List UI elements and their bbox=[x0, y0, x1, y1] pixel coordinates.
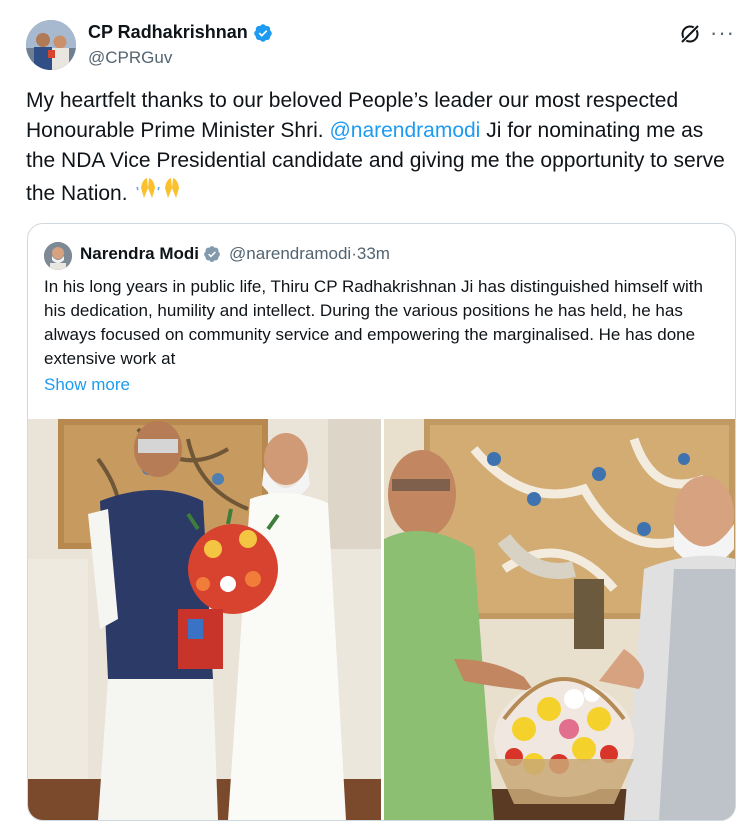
show-more-link[interactable]: Show more bbox=[44, 375, 130, 395]
folded-hands-emoji bbox=[135, 176, 186, 209]
verified-badge-icon bbox=[253, 23, 272, 42]
quoted-author-name[interactable]: Narendra Modi bbox=[80, 244, 199, 264]
quoted-author-avatar[interactable] bbox=[44, 242, 72, 270]
quoted-author-handle[interactable]: @narendramodi bbox=[229, 244, 351, 264]
post: CP Radhakrishnan @CPRGuv ··· My heartfel… bbox=[0, 0, 752, 829]
quoted-post[interactable]: Narendra Modi @narendramodi · 33m In his… bbox=[27, 223, 736, 821]
mention-link[interactable]: @narendramodi bbox=[329, 119, 480, 142]
quoted-header: Narendra Modi @narendramodi · 33m bbox=[80, 244, 390, 264]
quoted-text: In his long years in public life, Thiru … bbox=[44, 277, 703, 368]
quoted-timestamp[interactable]: 33m bbox=[357, 244, 390, 264]
grok-icon[interactable] bbox=[678, 22, 702, 46]
author-name[interactable]: CP Radhakrishnan bbox=[88, 22, 248, 43]
author-handle[interactable]: @CPRGuv bbox=[88, 48, 172, 68]
tweet-text: My heartfelt thanks to our beloved Peopl… bbox=[26, 86, 726, 209]
photo-right[interactable] bbox=[384, 419, 735, 820]
verified-badge-icon bbox=[204, 246, 220, 262]
more-options-icon[interactable]: ··· bbox=[710, 20, 735, 46]
author-avatar[interactable] bbox=[26, 20, 76, 70]
author-name-row: CP Radhakrishnan bbox=[88, 22, 273, 43]
photo-left[interactable] bbox=[28, 419, 381, 820]
